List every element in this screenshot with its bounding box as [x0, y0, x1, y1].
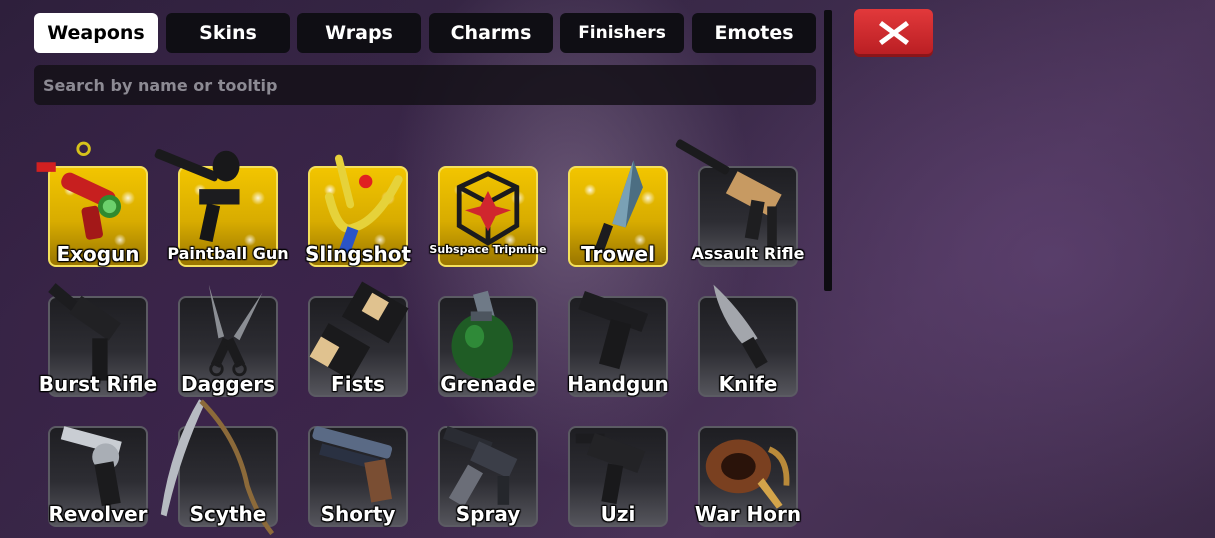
item-tile[interactable]: Shorty [308, 426, 408, 527]
item-label: Uzi [600, 502, 636, 526]
tab-skins[interactable]: Skins [166, 13, 290, 53]
item-tile[interactable]: Fists [308, 281, 409, 397]
item-tile[interactable]: Knife [698, 284, 798, 397]
item-tile[interactable]: Revolver [48, 426, 148, 527]
item-label: Revolver [48, 502, 148, 526]
tab-charms[interactable]: Charms [429, 13, 553, 53]
close-x-icon [878, 21, 909, 45]
item-label: Paintball Gun [167, 244, 289, 263]
search-input[interactable] [34, 65, 816, 105]
item-tile[interactable]: War Horn [695, 426, 801, 527]
item-tile[interactable]: Handgun [567, 290, 669, 397]
item-label: Handgun [567, 372, 669, 396]
item-tile[interactable]: Spray [438, 425, 538, 527]
tab-wraps[interactable]: Wraps [297, 13, 421, 53]
item-tile[interactable]: Slingshot [305, 154, 411, 267]
item-label: Exogun [56, 242, 140, 266]
scrollbar[interactable] [824, 10, 832, 291]
item-tile[interactable]: Trowel [568, 160, 668, 267]
item-label: War Horn [694, 502, 802, 526]
item-tile[interactable]: Grenade [438, 290, 538, 397]
item-label: Daggers [180, 372, 276, 396]
tab-finishers[interactable]: Finishers [560, 13, 684, 53]
item-label: Knife [718, 372, 778, 396]
item-label: Shorty [320, 502, 396, 526]
close-button[interactable] [854, 9, 933, 57]
item-label: Scythe [189, 502, 267, 526]
item-label: Slingshot [304, 242, 412, 266]
item-label: Grenade [440, 372, 536, 396]
item-tile[interactable]: Paintball Gun [154, 148, 289, 267]
item-tile[interactable]: Subspace Tripmine [429, 166, 547, 267]
tab-emotes[interactable]: Emotes [692, 13, 816, 53]
item-label: Burst Rifle [38, 372, 158, 396]
item-label: Fists [331, 372, 385, 396]
item-label: Spray [455, 502, 521, 526]
item-tile[interactable]: Assault Rifle [675, 139, 804, 267]
item-label: Trowel [581, 242, 655, 266]
item-label: Assault Rifle [691, 244, 805, 263]
search-bar [34, 65, 816, 105]
item-tile[interactable]: Uzi [568, 426, 668, 527]
item-tile[interactable]: Exogun [36, 141, 148, 267]
item-tile[interactable]: Burst Rifle [39, 283, 157, 397]
tab-weapons[interactable]: Weapons [34, 13, 158, 53]
item-label: Subspace Tripmine [429, 243, 547, 256]
item-tile[interactable]: Daggers [178, 284, 278, 397]
item-tile[interactable]: Scythe [160, 399, 278, 536]
